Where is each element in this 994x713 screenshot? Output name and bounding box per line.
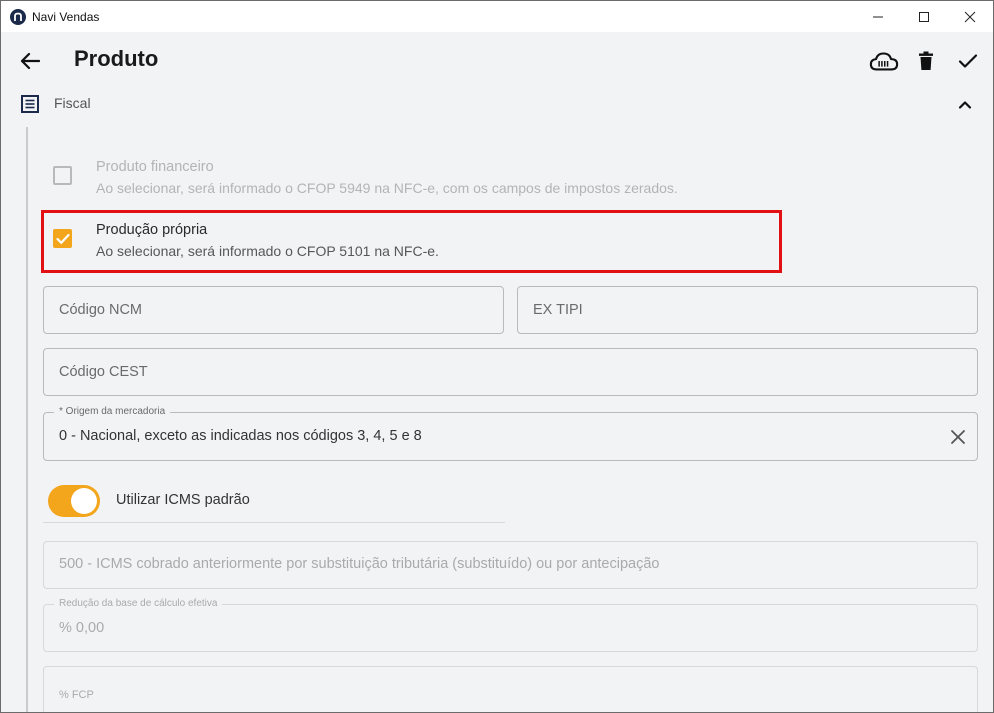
origem-mercadoria-value: 0 - Nacional, exceto as indicadas nos có…	[59, 428, 422, 444]
faded-divider	[43, 522, 505, 523]
save-button[interactable]	[953, 46, 983, 76]
app-window: Navi Vendas Produto Fiscal Produto finan…	[0, 0, 994, 713]
ex-tipi-input[interactable]	[518, 287, 977, 333]
toggle-knob	[71, 488, 97, 514]
title-bar: Navi Vendas	[1, 1, 993, 32]
arrow-left-icon	[20, 52, 40, 70]
close-icon	[964, 11, 976, 22]
page-title: Produto	[74, 46, 159, 71]
back-button[interactable]	[17, 48, 43, 74]
window-title: Navi Vendas	[32, 9, 100, 24]
section-title: Fiscal	[54, 95, 91, 111]
chevron-up-icon	[958, 101, 972, 109]
codigo-ncm-input[interactable]	[44, 287, 503, 333]
icms-padrao-toggle[interactable]	[48, 485, 100, 517]
delete-button[interactable]	[911, 46, 941, 76]
app-bar: Produto	[1, 32, 993, 88]
reducao-base-label: Redução da base de cálculo efetiva	[54, 598, 223, 609]
origem-mercadoria-select[interactable]: * Origem da mercadoria 0 - Nacional, exc…	[43, 406, 978, 461]
produto-financeiro-checkbox[interactable]	[53, 166, 72, 185]
trash-icon	[919, 51, 933, 70]
reducao-base-value: % 0,00	[59, 620, 105, 636]
close-window-button[interactable]	[947, 1, 993, 32]
cloud-sync-button[interactable]	[869, 46, 899, 76]
maximize-button[interactable]	[901, 1, 947, 32]
app-logo-icon	[10, 8, 26, 25]
section-indent-line	[26, 127, 28, 712]
icms-situacao-field: 500 - ICMS cobrado anteriormente por sub…	[43, 541, 978, 589]
appbar-actions	[857, 46, 983, 76]
check-icon	[958, 54, 978, 68]
ex-tipi-field[interactable]	[517, 286, 978, 334]
close-icon	[951, 430, 965, 444]
codigo-cest-field[interactable]	[43, 348, 978, 396]
section-header-fiscal[interactable]: Fiscal	[1, 89, 993, 119]
icms-padrao-label: Utilizar ICMS padrão	[116, 492, 250, 508]
window-controls	[855, 1, 993, 32]
cloud-barcode-icon	[869, 52, 899, 71]
maximize-icon	[919, 11, 929, 22]
list-icon	[21, 95, 39, 118]
minimize-icon	[873, 16, 883, 17]
highlight-annotation	[41, 210, 782, 273]
partial-field-value: % FCP	[59, 689, 94, 701]
collapse-button[interactable]	[956, 96, 974, 114]
codigo-ncm-field[interactable]	[43, 286, 504, 334]
faded-divider	[43, 664, 783, 666]
minimize-button[interactable]	[855, 1, 901, 32]
clear-origem-button[interactable]	[949, 428, 967, 446]
produto-financeiro-description: Ao selecionar, será informado o CFOP 594…	[96, 180, 678, 196]
reducao-base-field: Redução da base de cálculo efetiva % 0,0…	[43, 598, 978, 652]
icms-situacao-value: 500 - ICMS cobrado anteriormente por sub…	[59, 556, 660, 572]
partial-field: % FCP	[43, 666, 978, 712]
codigo-cest-input[interactable]	[44, 349, 977, 395]
produto-financeiro-label: Produto financeiro	[96, 159, 214, 175]
origem-mercadoria-label: * Origem da mercadoria	[54, 406, 171, 417]
